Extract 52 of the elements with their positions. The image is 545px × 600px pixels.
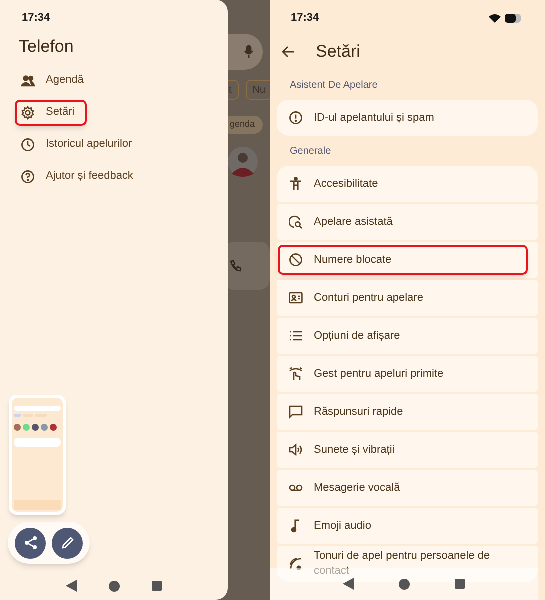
contact-card-icon bbox=[289, 291, 303, 305]
block-icon bbox=[289, 253, 303, 267]
microphone-icon bbox=[244, 45, 254, 59]
clock-icon bbox=[21, 138, 35, 152]
status-time: 17:34 bbox=[22, 10, 50, 26]
drawer-item[interactable]: Ajutor și feedback bbox=[15, 164, 146, 190]
settings-item[interactable]: Apelare asistată bbox=[277, 204, 538, 240]
chat-icon bbox=[289, 405, 303, 419]
drawer-item[interactable]: Agendă bbox=[15, 68, 96, 94]
home-nav-icon[interactable] bbox=[109, 580, 120, 592]
settings-item[interactable]: Numere blocate bbox=[277, 242, 538, 278]
back-nav-icon[interactable] bbox=[342, 578, 354, 590]
home-nav-icon[interactable] bbox=[398, 578, 410, 590]
phone-icon bbox=[230, 260, 242, 272]
people-icon bbox=[21, 74, 35, 88]
settings-item[interactable]: Tonuri de apel pentru persoanele de contact bbox=[277, 546, 538, 582]
gesture-icon bbox=[289, 367, 303, 381]
page-title: Setări bbox=[316, 41, 360, 64]
help-icon bbox=[21, 170, 35, 184]
settings-item[interactable]: Gest pentru apeluri primite bbox=[277, 356, 538, 392]
settings-item[interactable]: Emoji audio bbox=[277, 508, 538, 544]
back-arrow-icon bbox=[282, 46, 294, 58]
edit-button[interactable] bbox=[52, 528, 83, 558]
settings-item[interactable]: Conturi pentru apelare bbox=[277, 280, 538, 316]
section-header: Asistent De Apelare bbox=[290, 79, 378, 93]
settings-item[interactable]: Accesibilitate bbox=[277, 166, 538, 202]
battery-icon bbox=[505, 14, 523, 22]
globe-search-icon bbox=[289, 215, 303, 229]
settings-item[interactable]: Răspunsuri rapide bbox=[277, 394, 538, 430]
pencil-icon bbox=[60, 536, 74, 550]
share-icon bbox=[24, 536, 38, 550]
drawer-item[interactable]: Istoricul apelurilor bbox=[15, 132, 144, 158]
drawer-item[interactable]: Setări bbox=[15, 100, 87, 126]
settings-icon bbox=[21, 106, 35, 120]
drawer-title: Telefon bbox=[19, 36, 74, 58]
wifi-icon bbox=[489, 14, 501, 22]
ringtone-icon bbox=[289, 557, 303, 571]
alert-icon bbox=[289, 111, 303, 125]
screenshot-thumbnail-drawing[interactable] bbox=[9, 395, 66, 515]
section-header: Generale bbox=[290, 145, 332, 159]
settings-item[interactable]: ID-ul apelantului și spam bbox=[277, 100, 538, 136]
back-nav-icon[interactable] bbox=[66, 580, 77, 592]
list-icon bbox=[289, 329, 303, 343]
status-time: 17:34 bbox=[291, 10, 320, 26]
settings-item[interactable]: Opțiuni de afișare bbox=[277, 318, 538, 354]
settings-item[interactable]: Sunete și vibrații bbox=[277, 432, 538, 468]
speaker-icon bbox=[289, 443, 303, 457]
share-button[interactable] bbox=[15, 528, 46, 558]
accessibility-icon bbox=[289, 177, 303, 191]
recents-nav-icon[interactable] bbox=[455, 579, 466, 589]
back-button[interactable] bbox=[281, 45, 295, 59]
settings-item[interactable]: Mesagerie vocală bbox=[277, 470, 538, 506]
